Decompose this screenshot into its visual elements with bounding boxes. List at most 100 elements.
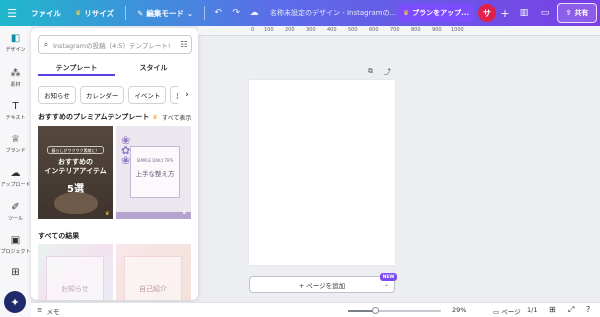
design-icon: ◧	[10, 33, 21, 44]
filter-icon[interactable]: ☷	[177, 40, 191, 49]
add-page-button[interactable]: + ページを追加 ⌄	[249, 276, 395, 293]
rail-item-design[interactable]: ◧ デザイン	[0, 33, 31, 53]
crown-icon: ♛	[182, 210, 187, 216]
horizontal-ruler: 0 100 200 300 400 500 600 700 800 900 10…	[198, 26, 600, 36]
ruler-tick: 600	[369, 27, 379, 33]
comment-icon[interactable]: ▭	[537, 5, 553, 21]
pages-icon: ▭	[493, 308, 500, 316]
tab-styles[interactable]: スタイル	[115, 60, 192, 76]
sparkle-icon: ✦	[10, 295, 20, 309]
notes-button[interactable]: ≡ メモ	[37, 306, 59, 316]
redo-icon[interactable]: ↷	[227, 0, 245, 26]
share-icon: ⇪	[565, 9, 572, 17]
divider	[125, 6, 127, 20]
design-page[interactable]	[249, 80, 395, 265]
pages-label: ページ	[501, 308, 521, 316]
rail-item-label: テキスト	[5, 115, 26, 121]
analytics-icon[interactable]: ▥	[516, 5, 532, 21]
chip-calendar[interactable]: カレンダー	[79, 86, 125, 104]
design-title[interactable]: 名称未設定のデザイン - Instagramの...	[270, 0, 396, 26]
chip-event[interactable]: イベント	[128, 86, 167, 104]
ruler-tick: 800	[411, 27, 421, 33]
help-icon[interactable]: ?	[586, 305, 590, 314]
left-rail: ◧ デザイン ⁂ 素材 T テキスト ♕ ブランド ☁ アップロード ✐ ツール…	[0, 26, 31, 317]
template-card-self-intro[interactable]: 自己紹介	[116, 244, 191, 300]
template-card-interior[interactable]: 暮らしがワクワク素敵に！ おすすめの インテリアアイテム 5選 ♛	[38, 126, 113, 219]
rail-item-apps[interactable]: ⊞	[0, 267, 31, 280]
template-card-announcement[interactable]: お知らせ	[38, 244, 113, 300]
rail-item-label: デザイン	[5, 47, 26, 53]
zoom-slider[interactable]	[348, 307, 441, 314]
share-label: 共有	[574, 9, 589, 17]
chevron-down-icon[interactable]: ⌄	[384, 281, 389, 288]
upload-cloud-icon: ☁	[10, 168, 21, 179]
new-badge: NEW	[380, 273, 397, 281]
brand-icon: ♕	[11, 134, 20, 145]
text-icon: T	[12, 101, 19, 112]
ruler-tick: 100	[264, 27, 274, 33]
rail-item-elements[interactable]: ⁂ 素材	[0, 68, 31, 88]
chip-announcement[interactable]: お知らせ	[38, 86, 76, 104]
ruler-tick: 1000	[451, 27, 464, 33]
card-small-text: 暮らしがワクワク素敵に！	[47, 146, 104, 154]
rail-item-label: 素材	[10, 82, 21, 88]
file-menu[interactable]: ファイル	[24, 0, 68, 26]
undo-icon[interactable]: ↶	[209, 0, 227, 26]
template-card-tips[interactable]: ❀ ✿ ❀ SIMPLE DAILY TIPS 上手な整え方 ♛	[116, 126, 191, 219]
edit-mode-dropdown[interactable]: ✎ 編集モード ⌄	[130, 0, 200, 26]
add-page-label: + ページを追加	[298, 281, 346, 290]
plus-icon[interactable]: +	[497, 5, 513, 21]
cloud-sync-icon[interactable]: ☁	[245, 0, 263, 26]
rail-item-brand[interactable]: ♕ ブランド	[0, 134, 31, 154]
fullscreen-icon[interactable]: ⤢	[568, 305, 574, 315]
rail-item-text[interactable]: T テキスト	[0, 101, 31, 121]
rail-item-projects[interactable]: ▣ プロジェクト	[0, 235, 31, 255]
avatar[interactable]: サ	[478, 4, 496, 22]
see-all-link[interactable]: すべて表示	[162, 113, 191, 122]
rail-item-tools[interactable]: ✐ ツール	[0, 202, 31, 222]
zoom-level[interactable]: 29%	[452, 306, 466, 314]
magic-sparkle-button[interactable]: ✦	[4, 291, 26, 313]
card-subtitle: SIMPLE DAILY TIPS	[136, 158, 174, 163]
add-page-corner-icon[interactable]: ⤴	[384, 67, 391, 77]
resize-button[interactable]: ♛ リサイズ	[68, 0, 121, 26]
rail-item-uploads[interactable]: ☁ アップロード	[0, 168, 31, 188]
ruler-tick: 200	[285, 27, 295, 33]
pencil-icon: ✎	[137, 8, 144, 18]
top-bar: ☰ ファイル ♛ リサイズ ✎ 編集モード ⌄ ↶ ↷ ☁ 名称未設定のデザイン…	[0, 0, 600, 26]
notes-icon: ≡	[37, 306, 43, 314]
card-bottom-bar	[116, 212, 191, 219]
premium-section-title: おすすめのプレミアムテンプレート ♛	[38, 112, 158, 122]
ruler-tick: 400	[327, 27, 337, 33]
card-title: 自己紹介	[139, 285, 167, 293]
edit-mode-label: 編集モード	[146, 8, 184, 18]
duplicate-page-icon[interactable]: ⧉	[368, 67, 373, 76]
crown-icon: ♛	[152, 114, 158, 121]
ruler-tick: 500	[348, 27, 358, 33]
card-title-line2: インテリアアイテム	[44, 167, 107, 175]
notes-label: メモ	[46, 308, 60, 316]
template-search-input[interactable]: ⌕ Instagramの投稿（4:5）テンプレート! ☷	[38, 35, 192, 54]
all-results-title: すべての結果	[38, 232, 80, 240]
ruler-tick: 300	[306, 27, 316, 33]
page-count: 1/1	[527, 306, 538, 314]
crown-icon: ♛	[105, 211, 110, 217]
upgrade-plan-label: プランをアップ...	[412, 9, 470, 17]
chevron-right-icon[interactable]: ›	[178, 86, 196, 104]
resize-label: リサイズ	[84, 8, 115, 18]
ruler-tick: 900	[432, 27, 442, 33]
zoom-slider-handle[interactable]	[372, 307, 379, 314]
grid-view-icon[interactable]: ⊞	[549, 305, 556, 314]
elements-icon: ⁂	[10, 68, 21, 79]
rail-item-label: ブランド	[5, 148, 26, 154]
pages-button[interactable]: ▭ ページ	[493, 306, 521, 316]
upgrade-plan-button[interactable]: ♛ プランをアップ...	[398, 4, 474, 22]
menu-icon[interactable]: ☰	[0, 0, 24, 26]
tab-templates[interactable]: テンプレート	[38, 60, 115, 76]
apps-grid-icon: ⊞	[11, 267, 20, 278]
folder-icon: ▣	[10, 235, 21, 246]
search-icon: ⌕	[43, 39, 49, 49]
share-button[interactable]: ⇪ 共有	[557, 3, 597, 23]
rail-item-label: アップロード	[0, 182, 31, 188]
crown-icon: ♛	[402, 9, 410, 17]
